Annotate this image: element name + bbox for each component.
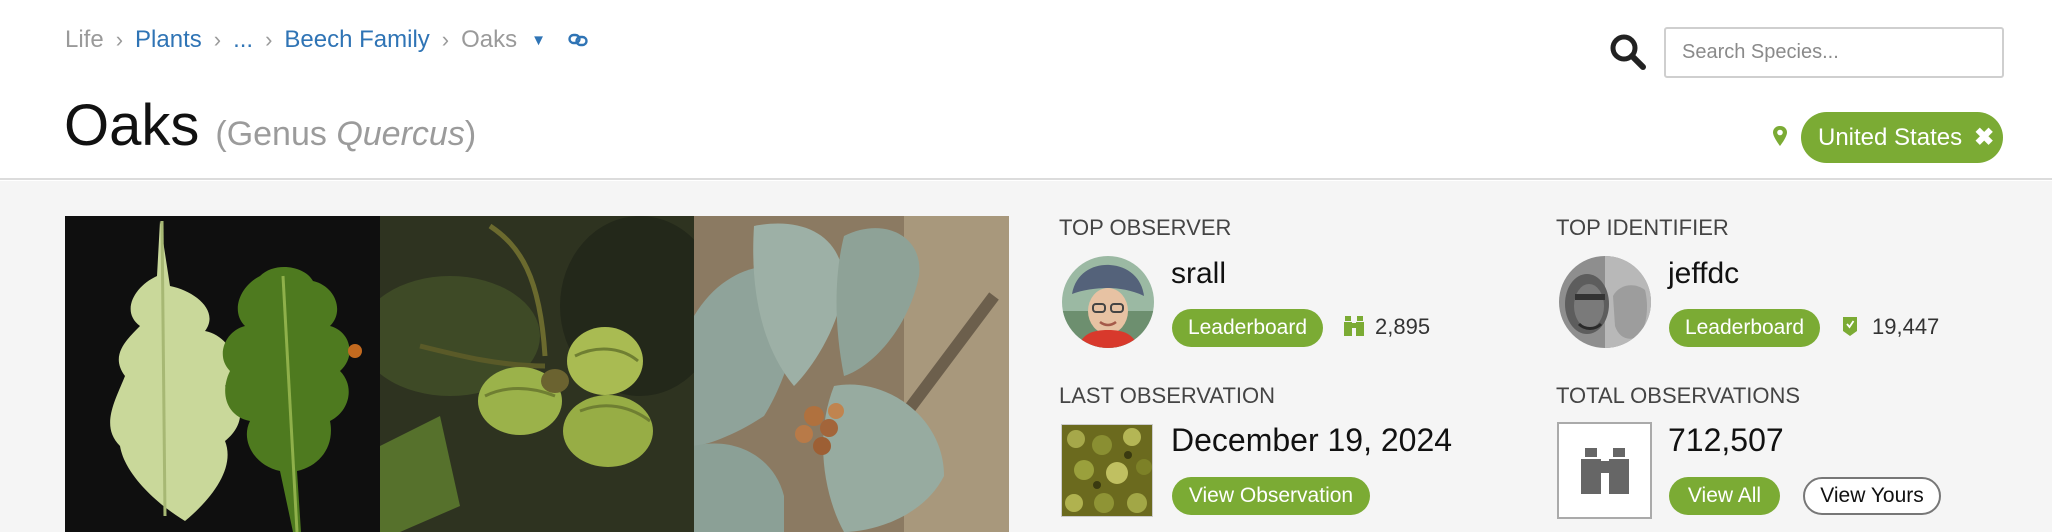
- taxon-rank-suffix: ): [464, 115, 477, 153]
- top-observer-heading: TOP OBSERVER: [1059, 215, 1232, 240]
- breadcrumb: Life › Plants › ... › Beech Family › Oak…: [65, 26, 588, 54]
- last-observation-date: December 19, 2024: [1171, 422, 1453, 458]
- top-observer-count: 2,895: [1375, 314, 1431, 339]
- view-observation-button[interactable]: View Observation: [1172, 477, 1370, 515]
- page-header: Life › Plants › ... › Beech Family › Oak…: [0, 0, 2052, 180]
- total-observations-count: 712,507: [1668, 422, 1784, 458]
- identification-icon: [1842, 315, 1858, 342]
- view-all-button[interactable]: View All: [1669, 477, 1780, 515]
- breadcrumb-life: Life: [65, 26, 104, 53]
- taxon-rank-prefix: (Genus: [215, 115, 337, 153]
- breadcrumb-plants[interactable]: Plants: [135, 26, 202, 54]
- breadcrumb-separator: ›: [265, 27, 273, 52]
- search-icon[interactable]: [1608, 32, 1648, 72]
- breadcrumb-separator: ›: [213, 27, 222, 52]
- total-observations-heading: TOTAL OBSERVATIONS: [1556, 383, 1801, 408]
- breadcrumb-current: Oaks: [461, 26, 518, 53]
- breadcrumb-ellipsis[interactable]: ...: [233, 26, 253, 54]
- map-pin-icon: [1772, 125, 1788, 147]
- top-identifier-name[interactable]: jeffdc: [1668, 257, 1739, 291]
- taxon-rank-name: (Genus Quercus): [215, 115, 476, 154]
- view-yours-button[interactable]: View Yours: [1803, 477, 1941, 515]
- link-icon[interactable]: [568, 33, 588, 47]
- place-filter-label: United States: [1818, 123, 1963, 151]
- binoculars-icon: [1342, 314, 1366, 343]
- taxon-scientific-name: Quercus: [336, 115, 465, 153]
- search-input[interactable]: [1664, 27, 2004, 78]
- close-icon[interactable]: ✖: [1974, 123, 1994, 152]
- page-title: Oaks (Genus Quercus): [64, 92, 476, 159]
- last-observation-thumbnail[interactable]: [1061, 424, 1153, 517]
- photo-strip: [65, 216, 1009, 532]
- taxon-photo-acorns[interactable]: [379, 216, 695, 532]
- top-observer-name[interactable]: srall: [1171, 257, 1226, 291]
- taxon-common-name: Oaks: [64, 93, 200, 158]
- top-observer-leaderboard-button[interactable]: Leaderboard: [1172, 309, 1323, 347]
- last-observation-heading: LAST OBSERVATION: [1059, 383, 1275, 408]
- top-identifier-count: 19,447: [1872, 314, 1940, 339]
- avatar[interactable]: [1559, 256, 1651, 348]
- breadcrumb-separator: ›: [441, 27, 450, 52]
- top-identifier-leaderboard-button[interactable]: Leaderboard: [1669, 309, 1820, 347]
- chevron-down-icon[interactable]: ▼: [531, 32, 546, 49]
- taxon-photo-leaves[interactable]: [65, 216, 380, 532]
- avatar[interactable]: [1062, 256, 1154, 348]
- place-filter-pill[interactable]: United States ✖: [1801, 112, 2003, 163]
- breadcrumb-separator: ›: [115, 27, 124, 52]
- top-identifier-heading: TOP IDENTIFIER: [1556, 215, 1729, 240]
- binoculars-icon: [1557, 422, 1652, 519]
- breadcrumb-beech-family[interactable]: Beech Family: [284, 26, 429, 54]
- taxon-photo-foliage[interactable]: [694, 216, 1009, 532]
